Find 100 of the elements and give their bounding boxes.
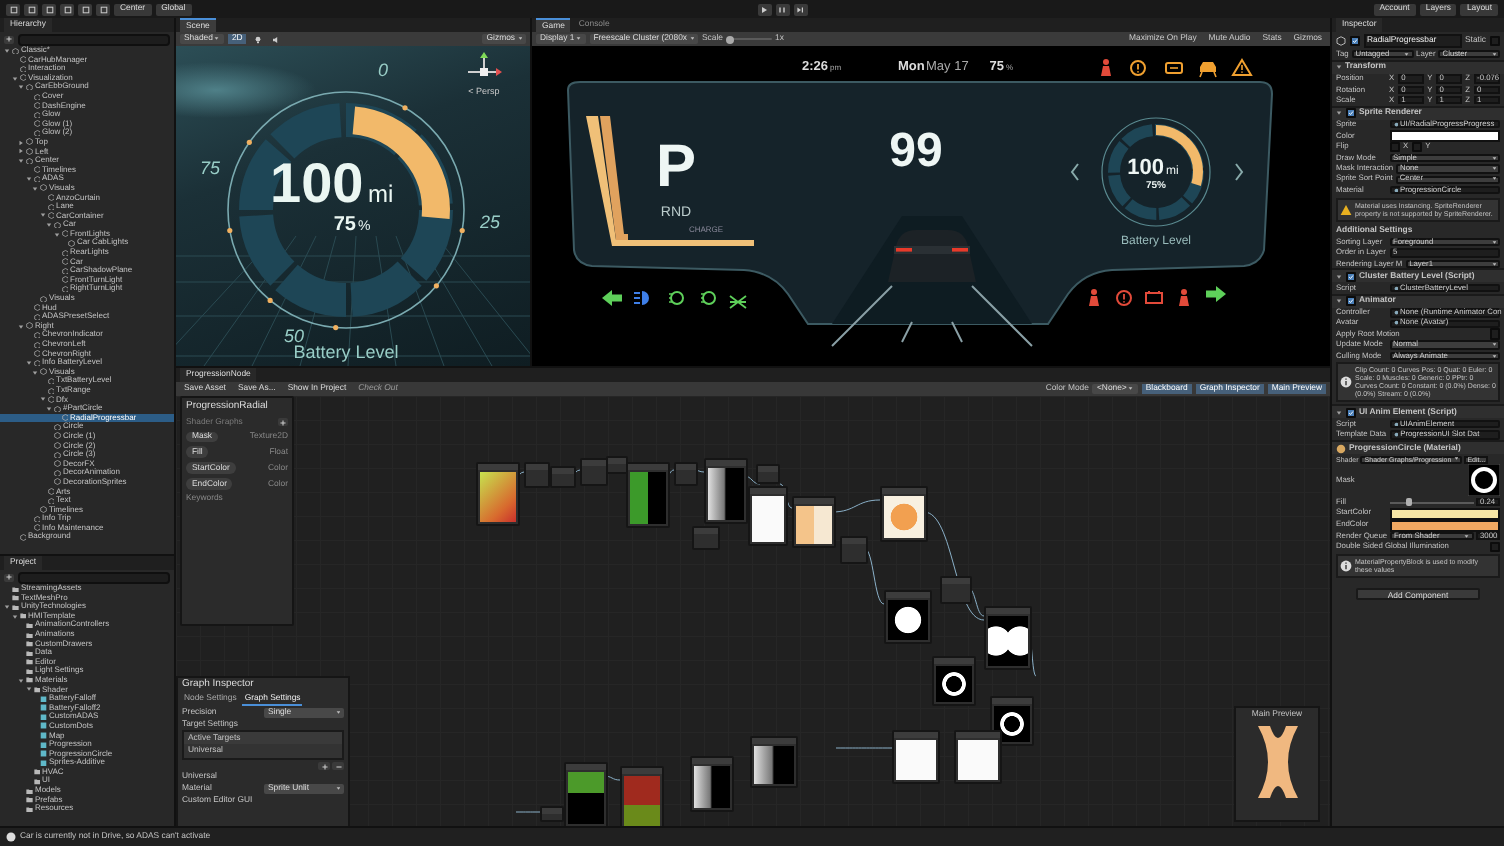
search-field[interactable] [18,571,170,583]
shader-node[interactable] [880,486,928,542]
add-button[interactable] [4,573,14,581]
shader-node[interactable] [540,806,564,822]
expand-arrow-icon[interactable] [25,176,31,183]
light-icon[interactable] [250,33,265,45]
search-field[interactable] [18,33,170,45]
node-preview [754,746,794,784]
node-preview [888,600,928,640]
shader-node[interactable] [840,536,868,564]
shader-node[interactable] [550,466,576,488]
shader-node[interactable] [750,736,798,788]
light-icon [668,291,684,305]
expand-arrow-icon[interactable] [46,405,52,412]
connection-wire [603,775,621,781]
expand-arrow-icon[interactable] [39,212,45,219]
checkbox[interactable] [1489,328,1500,340]
node-preview [988,616,1028,666]
shader-node[interactable] [626,462,670,528]
chevron-right-icon[interactable] [1235,163,1244,181]
checkbox[interactable] [1489,541,1500,553]
shader-node[interactable] [524,462,550,488]
expand-arrow-icon[interactable] [18,84,24,91]
color-field[interactable] [1389,129,1500,142]
expand-arrow-icon[interactable] [18,323,24,330]
checkbox[interactable] [1345,407,1356,419]
shader-node[interactable] [620,766,664,826]
person-icon [1101,59,1111,76]
slider-thumb[interactable] [1406,498,1413,506]
expand-arrow-icon[interactable] [46,222,52,229]
connection-wire [863,547,885,605]
asset-icon [1393,122,1398,128]
percent-value: 75 [333,214,356,236]
ring-texture-thumbnail[interactable] [1468,464,1500,497]
shader-node[interactable] [476,462,520,526]
shader-node[interactable] [674,462,698,486]
shader-node[interactable] [954,730,1002,784]
pause-icon[interactable] [775,3,790,15]
chevron-left-icon[interactable] [1070,163,1079,181]
node-preview [708,468,744,520]
checkbox[interactable] [1489,35,1500,46]
add-button[interactable] [4,35,14,43]
speed-value: 99 [889,124,943,178]
checkbox[interactable] [1345,107,1356,119]
step-icon[interactable] [793,3,808,15]
car-drawing [888,230,976,282]
checkbox[interactable] [1345,271,1356,283]
shader-node[interactable] [884,590,932,644]
expand-arrow-icon[interactable] [11,75,17,82]
shader-node[interactable] [690,756,734,812]
shader-node[interactable] [792,496,836,548]
expand-arrow-icon[interactable] [32,369,38,376]
expand-arrow-icon[interactable] [18,139,24,146]
expand-arrow-icon[interactable] [39,396,45,403]
expand-arrow-icon[interactable] [25,359,31,366]
add-button[interactable] [278,418,288,427]
expand-arrow-icon[interactable] [11,613,17,620]
shader-node[interactable] [756,464,780,484]
expand-arrow-icon[interactable] [53,231,59,238]
shader-node[interactable] [606,456,628,474]
info-icon [6,832,16,842]
speaker-icon[interactable] [268,33,283,45]
checkbox[interactable] [1345,295,1356,307]
shader-node[interactable] [564,762,608,826]
person-icon [1089,289,1099,306]
checkbox[interactable] [1349,35,1360,46]
shader-node[interactable] [580,458,608,486]
expand-arrow-icon[interactable] [18,157,24,164]
arrow-left-icon [602,290,622,306]
expand-arrow-icon[interactable] [4,47,10,54]
expand-arrow-icon[interactable] [32,185,38,192]
checkbox[interactable] [1389,141,1400,153]
expand-arrow-icon[interactable] [25,686,31,693]
shader-node[interactable] [932,656,976,706]
remove-button[interactable] [332,762,344,771]
shader-node[interactable] [748,486,788,546]
scale-slider-thumb[interactable] [725,35,734,43]
gauge-tick-label: 25 [480,212,501,232]
shader-node[interactable] [984,606,1032,670]
checkbox[interactable] [1411,141,1423,153]
node-preview [796,506,832,544]
expand-arrow-icon[interactable] [4,603,10,610]
node-preview [936,666,972,702]
shader-node[interactable] [692,526,720,550]
axis-gizmo-icon[interactable] [467,52,502,76]
shader-node[interactable] [704,458,748,524]
shader-node[interactable] [940,576,972,604]
circle-exclamation-icon [1130,60,1146,76]
shader-node[interactable] [892,730,940,784]
node-preview [752,496,784,542]
color-field[interactable] [1389,507,1500,520]
node-preview [624,776,660,826]
play-icon[interactable] [757,3,772,15]
caret-icon [1491,261,1496,267]
expand-arrow-icon[interactable] [18,148,24,155]
add-button[interactable] [318,762,330,771]
expand-arrow-icon[interactable] [18,677,24,684]
connection-wire [693,469,705,473]
connection-wire [835,747,893,749]
shader-node[interactable] [990,696,1034,746]
